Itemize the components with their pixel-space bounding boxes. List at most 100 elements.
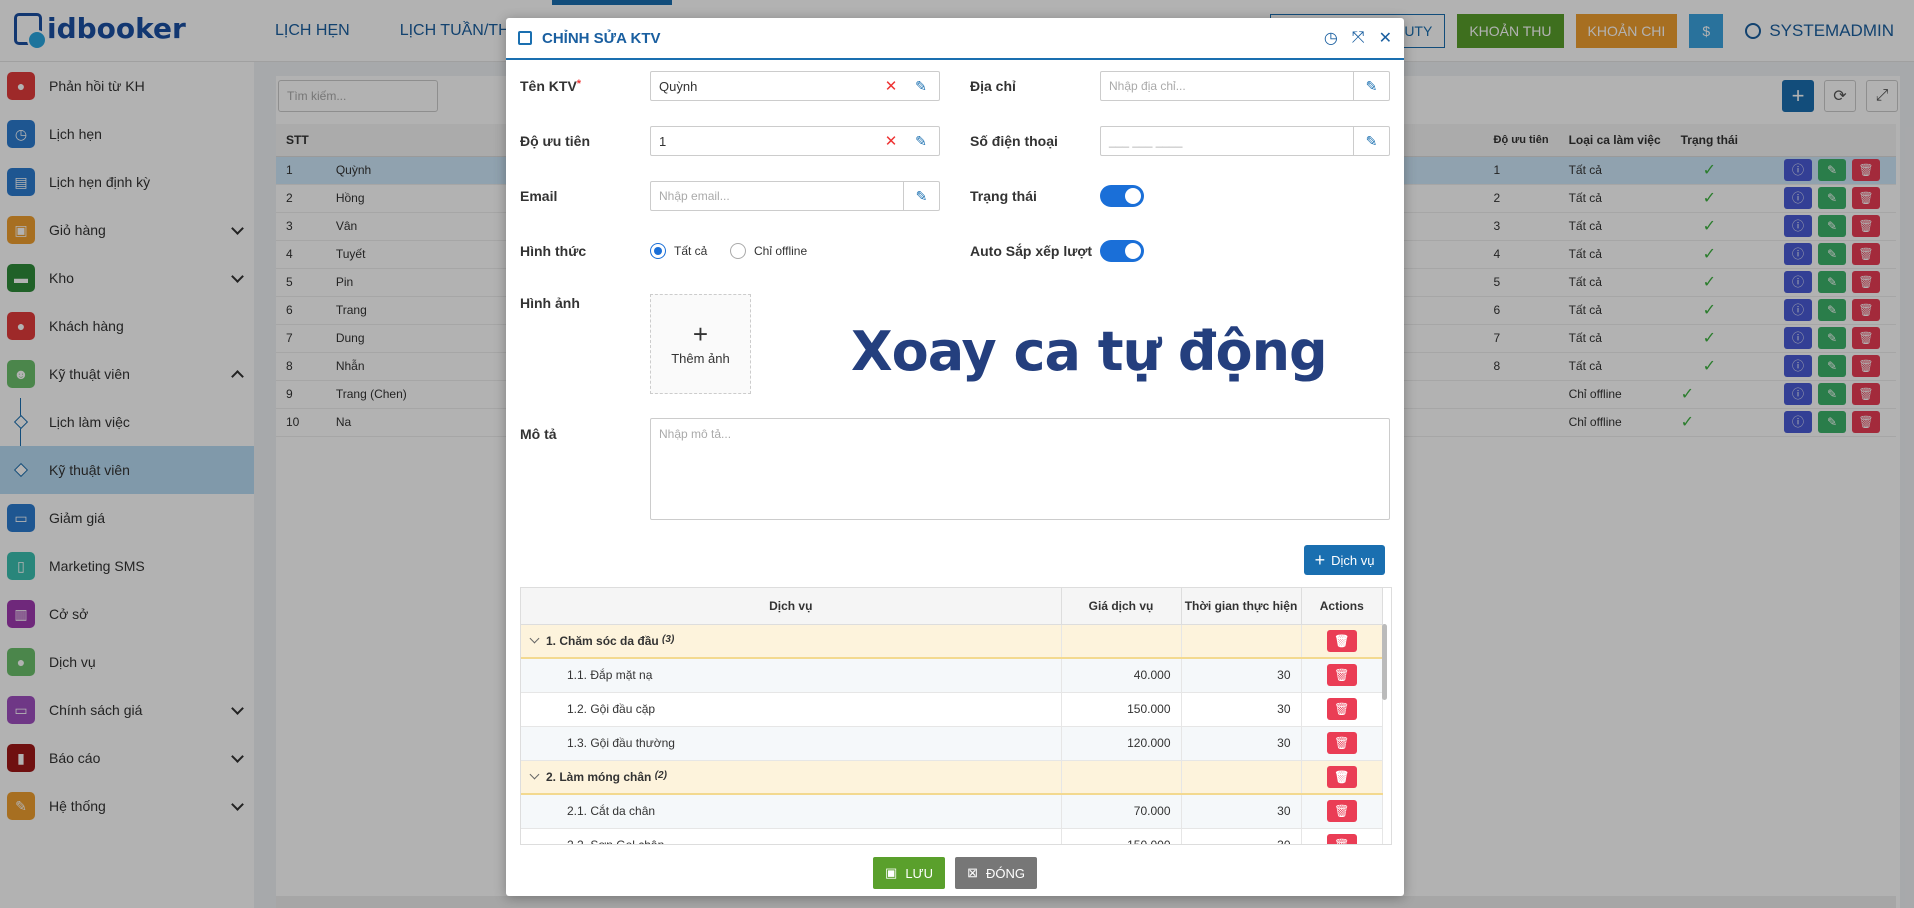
status-toggle[interactable] <box>1100 185 1144 207</box>
scrollbar[interactable] <box>1382 624 1387 700</box>
service-actions: 🗑 <box>1301 828 1383 844</box>
edit-technician-modal: CHỈNH SỬA KTV ◷ ⤧ ✕ Tên KTV* Quỳnh ✕ ✎ Địa… <box>506 18 1404 896</box>
service-row[interactable]: 1.1. Đắp mặt nạ 40.000 30 🗑 <box>521 658 1383 693</box>
plus-icon: + <box>692 318 709 349</box>
pencil-icon[interactable]: ✎ <box>903 182 939 210</box>
service-row[interactable]: 1.3. Gội đầu thường 120.000 30 🗑 <box>521 726 1383 761</box>
service-price: 120.000 <box>1061 726 1182 761</box>
svc-col-service: Dịch vụ <box>521 588 1062 625</box>
modal-title: CHỈNH SỬA KTV <box>542 29 661 47</box>
image-upload[interactable]: + Thêm ảnh <box>650 294 751 394</box>
priority-value: 1 <box>659 133 667 149</box>
service-name: 1.3. Gội đầu thường <box>521 726 1062 761</box>
service-row[interactable]: 1.2. Gội đầu cặp 150.000 30 🗑 <box>521 692 1383 727</box>
delete-icon[interactable]: 🗑 <box>1326 732 1357 754</box>
service-price: 40.000 <box>1061 658 1182 693</box>
service-time: 30 <box>1181 828 1302 844</box>
service-actions: 🗑 <box>1301 692 1383 727</box>
radio-offline-label: Chỉ offline <box>754 244 808 258</box>
pencil-icon[interactable]: ✎ <box>1353 72 1389 100</box>
address-placeholder: Nhập địa chỉ... <box>1109 79 1186 93</box>
pencil-icon[interactable]: ✎ <box>903 127 939 155</box>
service-table-wrapper: Dịch vụ Giá dịch vụ Thời gian thực hiện … <box>520 587 1392 845</box>
name-label: Tên KTV* <box>520 78 582 94</box>
save-button[interactable]: ▣ LƯU <box>873 857 946 889</box>
service-actions: 🗑 <box>1301 658 1383 693</box>
delete-icon[interactable]: 🗑 <box>1326 629 1357 652</box>
modal-header: CHỈNH SỬA KTV ◷ ⤧ ✕ <box>506 18 1404 60</box>
name-value: Quỳnh <box>659 78 698 94</box>
service-actions: 🗑 <box>1301 624 1383 659</box>
service-row[interactable]: 2.1. Cắt da chân 70.000 30 🗑 <box>521 794 1383 829</box>
service-actions: 🗑 <box>1301 760 1383 795</box>
delete-icon[interactable]: 🗑 <box>1326 698 1357 720</box>
chevron-down-icon[interactable] <box>529 633 540 644</box>
email-placeholder: Nhập email... <box>659 189 730 203</box>
phone-label: Số điện thoại <box>970 133 1058 149</box>
radio-all-circle <box>650 243 666 259</box>
phone-placeholder: ___ ___ ____ <box>1109 134 1183 148</box>
form-label: Hình thức <box>520 243 587 259</box>
email-label: Email <box>520 188 558 204</box>
clear-icon[interactable]: ✕ <box>879 132 903 150</box>
service-row[interactable]: 2.2. Sơn Gel chân 150.000 30 🗑 <box>521 828 1383 844</box>
service-group-row[interactable]: 1. Chăm sóc da đầu (3) 🗑 <box>521 624 1383 659</box>
service-group-name: 1. Chăm sóc da đầu (3) <box>521 624 1062 659</box>
svc-col-price: Giá dịch vụ <box>1061 588 1182 625</box>
service-price: 150.000 <box>1061 828 1182 844</box>
service-table: Dịch vụ Giá dịch vụ Thời gian thực hiện … <box>521 588 1383 844</box>
upload-label: Thêm ảnh <box>671 350 730 366</box>
history-icon[interactable]: ◷ <box>1324 28 1338 48</box>
service-count: (3) <box>662 633 675 645</box>
service-time: 30 <box>1181 692 1302 727</box>
add-service-button[interactable]: + Dịch vụ <box>1304 545 1385 575</box>
radio-all[interactable]: Tất cả <box>650 243 707 259</box>
service-group-name: 2. Làm móng chân (2) <box>521 760 1062 795</box>
service-count: (2) <box>654 769 667 781</box>
radio-offline-circle <box>730 243 746 259</box>
clear-icon[interactable]: ✕ <box>879 77 903 95</box>
service-name: 2.1. Cắt da chân <box>521 794 1062 829</box>
close-button[interactable]: ⊠ ĐÓNG <box>955 857 1037 889</box>
overlay-caption: Xoay ca tự động <box>851 320 1328 383</box>
service-name: 1.1. Đắp mặt nạ <box>521 658 1062 693</box>
service-actions: 🗑 <box>1301 726 1383 761</box>
svc-col-time: Thời gian thực hiện <box>1181 588 1302 625</box>
delete-icon[interactable]: 🗑 <box>1326 664 1357 687</box>
service-name: 1.2. Gội đầu cặp <box>521 692 1062 727</box>
name-field[interactable]: Quỳnh ✕ ✎ <box>650 71 940 101</box>
service-price: 70.000 <box>1061 794 1182 829</box>
service-price: 150.000 <box>1061 692 1182 727</box>
pencil-icon[interactable]: ✎ <box>1353 127 1389 155</box>
fullscreen-icon[interactable]: ⤧ <box>1352 29 1365 47</box>
address-label: Địa chỉ <box>970 78 1016 94</box>
phone-field[interactable]: ___ ___ ____ ✎ <box>1100 126 1390 156</box>
priority-label: Độ ưu tiên <box>520 133 591 149</box>
delete-icon[interactable]: 🗑 <box>1326 765 1357 788</box>
service-group-row[interactable]: 2. Làm móng chân (2) 🗑 <box>521 760 1383 795</box>
delete-icon[interactable]: 🗑 <box>1326 834 1357 844</box>
radio-all-label: Tất cả <box>674 244 708 258</box>
address-field[interactable]: Nhập địa chỉ... ✎ <box>1100 71 1390 101</box>
auto-toggle[interactable] <box>1100 240 1144 262</box>
email-field[interactable]: Nhập email... ✎ <box>650 181 940 211</box>
save-icon: ▣ <box>885 865 898 880</box>
service-actions: 🗑 <box>1301 794 1383 829</box>
service-time: 30 <box>1181 658 1302 693</box>
service-name: 2.2. Sơn Gel chân <box>521 828 1062 844</box>
delete-icon[interactable]: 🗑 <box>1326 800 1357 823</box>
chevron-down-icon[interactable] <box>529 769 540 780</box>
description-textarea[interactable]: Nhập mô tả... <box>650 418 1390 520</box>
service-time: 30 <box>1181 726 1302 761</box>
modal-header-actions: ◷ ⤧ ✕ <box>1324 28 1392 48</box>
save-label: LƯU <box>905 865 934 881</box>
edit-icon <box>518 31 532 45</box>
pencil-icon[interactable]: ✎ <box>903 72 939 100</box>
close-icon[interactable]: ✕ <box>1379 28 1392 48</box>
svc-col-actions: Actions <box>1301 588 1383 625</box>
service-time: 30 <box>1181 794 1302 829</box>
plus-icon: + <box>1314 549 1326 570</box>
modal-footer: ▣ LƯU ⊠ ĐÓNG <box>506 850 1404 896</box>
radio-offline[interactable]: Chỉ offline <box>730 243 807 259</box>
priority-field[interactable]: 1 ✕ ✎ <box>650 126 940 156</box>
